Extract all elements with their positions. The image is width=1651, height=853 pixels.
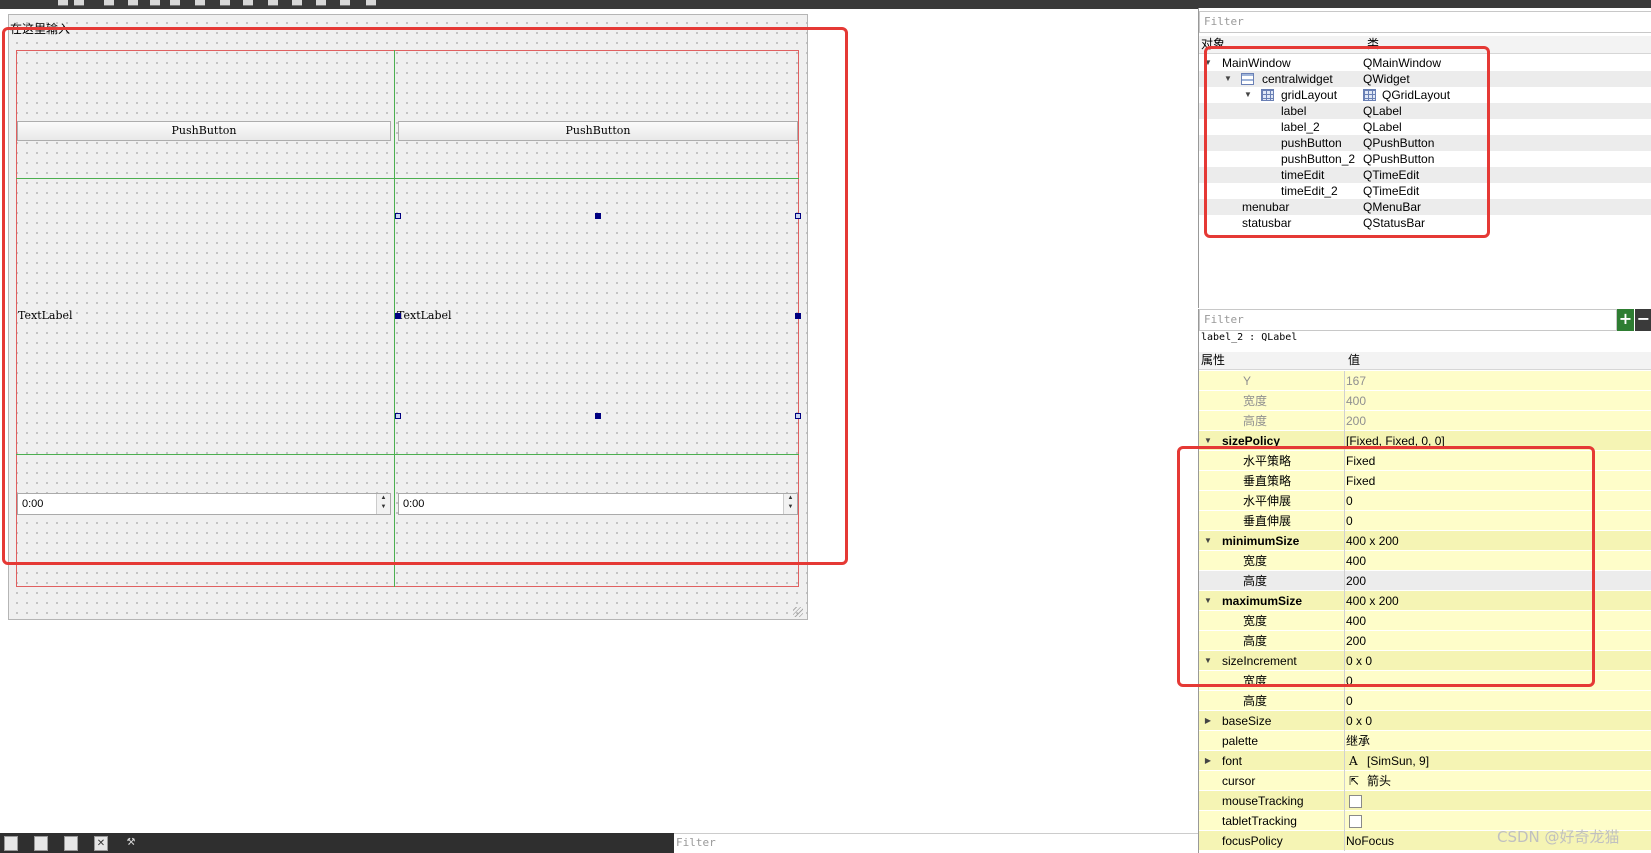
remove-property-button[interactable]: − bbox=[1635, 309, 1651, 331]
toolbar-icon[interactable] bbox=[58, 0, 68, 6]
highlight-box bbox=[1204, 46, 1490, 238]
toolbar-icon[interactable] bbox=[104, 0, 114, 6]
collapse-arrow-icon[interactable]: ▶ bbox=[1203, 751, 1213, 771]
font-icon: A bbox=[1349, 754, 1358, 768]
toolbar-icon[interactable] bbox=[366, 0, 376, 6]
prop-name: cursor bbox=[1222, 774, 1256, 788]
prop-row[interactable]: Y 167 bbox=[1199, 371, 1651, 391]
prop-value[interactable]: 0 bbox=[1346, 691, 1353, 711]
selected-object-title: label_2 : QLabel bbox=[1201, 332, 1298, 343]
save-icon[interactable] bbox=[64, 836, 78, 851]
property-header: 属性 值 bbox=[1199, 352, 1651, 370]
property-filter-input[interactable]: Filter bbox=[1199, 309, 1617, 331]
prop-value: 400 bbox=[1346, 394, 1367, 408]
tablettracking-checkbox[interactable] bbox=[1349, 815, 1362, 828]
prop-name: focusPolicy bbox=[1222, 834, 1283, 848]
toolbar-icon[interactable] bbox=[268, 0, 278, 6]
prop-value[interactable]: [SimSun, 9] bbox=[1367, 751, 1429, 771]
prop-row[interactable]: 宽度 400 bbox=[1199, 391, 1651, 411]
highlight-box bbox=[2, 27, 848, 565]
toolbar-icon[interactable] bbox=[170, 0, 180, 6]
open-file-icon[interactable] bbox=[34, 836, 48, 851]
highlight-box bbox=[1177, 446, 1595, 687]
prop-name: font bbox=[1222, 754, 1243, 768]
prop-name: 高度 bbox=[1243, 414, 1268, 428]
toolbar-icon[interactable] bbox=[195, 0, 205, 6]
prop-value[interactable]: 箭头 bbox=[1367, 771, 1391, 791]
toolbar-icon[interactable] bbox=[340, 0, 350, 6]
add-property-button[interactable]: + bbox=[1617, 309, 1634, 331]
prop-row-cursor[interactable]: cursor ⇱ 箭头 bbox=[1199, 771, 1651, 791]
prop-row-mousetracking[interactable]: mouseTracking bbox=[1199, 791, 1651, 811]
bottom-filter-input[interactable]: Filter bbox=[676, 836, 716, 849]
bottom-toolbar: ✕ ⚒ bbox=[0, 833, 674, 853]
prop-row-basesize[interactable]: ▶ baseSize 0 x 0 bbox=[1199, 711, 1651, 731]
wrench-icon[interactable]: ⚒ bbox=[124, 836, 138, 851]
resize-grip-icon[interactable] bbox=[793, 607, 803, 617]
toolbar-icon[interactable] bbox=[316, 0, 326, 6]
prop-value[interactable]: NoFocus bbox=[1346, 831, 1394, 851]
prop-name: mouseTracking bbox=[1222, 794, 1304, 808]
object-filter-input[interactable]: Filter bbox=[1199, 11, 1651, 33]
prop-value: 200 bbox=[1346, 414, 1367, 428]
prop-name: tabletTracking bbox=[1222, 814, 1297, 828]
prop-row-font[interactable]: ▶ font A [SimSun, 9] bbox=[1199, 751, 1651, 771]
cursor-arrow-icon: ⇱ bbox=[1349, 774, 1360, 788]
prop-name: 高度 bbox=[1243, 694, 1268, 708]
prop-name: palette bbox=[1222, 734, 1259, 748]
prop-row-palette[interactable]: palette 继承 bbox=[1199, 731, 1651, 751]
prop-value: 0 x 0 bbox=[1346, 714, 1373, 728]
header-property[interactable]: 属性 bbox=[1201, 352, 1225, 369]
toolbar-icon[interactable] bbox=[220, 0, 230, 6]
toolbar-icon[interactable] bbox=[292, 0, 302, 6]
collapse-arrow-icon[interactable]: ▶ bbox=[1203, 711, 1213, 731]
new-file-icon[interactable] bbox=[4, 836, 18, 851]
watermark: CSDN @好奇龙猫 bbox=[1497, 828, 1620, 846]
property-editor: Filter + − label_2 : QLabel 属性 值 Y 167 宽度… bbox=[1177, 309, 1651, 853]
toolbar-icon[interactable] bbox=[243, 0, 253, 6]
prop-name: Y bbox=[1243, 374, 1252, 388]
prop-name: 宽度 bbox=[1243, 394, 1268, 408]
prop-value: 167 bbox=[1346, 374, 1367, 388]
close-icon[interactable]: ✕ bbox=[94, 836, 108, 851]
prop-row[interactable]: 高度 200 bbox=[1199, 411, 1651, 431]
object-inspector: Filter 对象 类 ▼ MainWindow QMainWindow ▼ c… bbox=[1198, 8, 1651, 308]
prop-row[interactable]: 高度 0 bbox=[1199, 691, 1651, 711]
toolbar-icon[interactable] bbox=[150, 0, 160, 6]
bottom-filter-bar: Filter bbox=[674, 833, 1198, 853]
prop-value[interactable]: 继承 bbox=[1346, 731, 1370, 751]
prop-name: baseSize bbox=[1222, 714, 1272, 728]
mousetracking-checkbox[interactable] bbox=[1349, 795, 1362, 808]
toolbar-icon[interactable] bbox=[128, 0, 138, 6]
toolbar-icon[interactable] bbox=[74, 0, 84, 6]
header-value[interactable]: 值 bbox=[1348, 352, 1360, 369]
